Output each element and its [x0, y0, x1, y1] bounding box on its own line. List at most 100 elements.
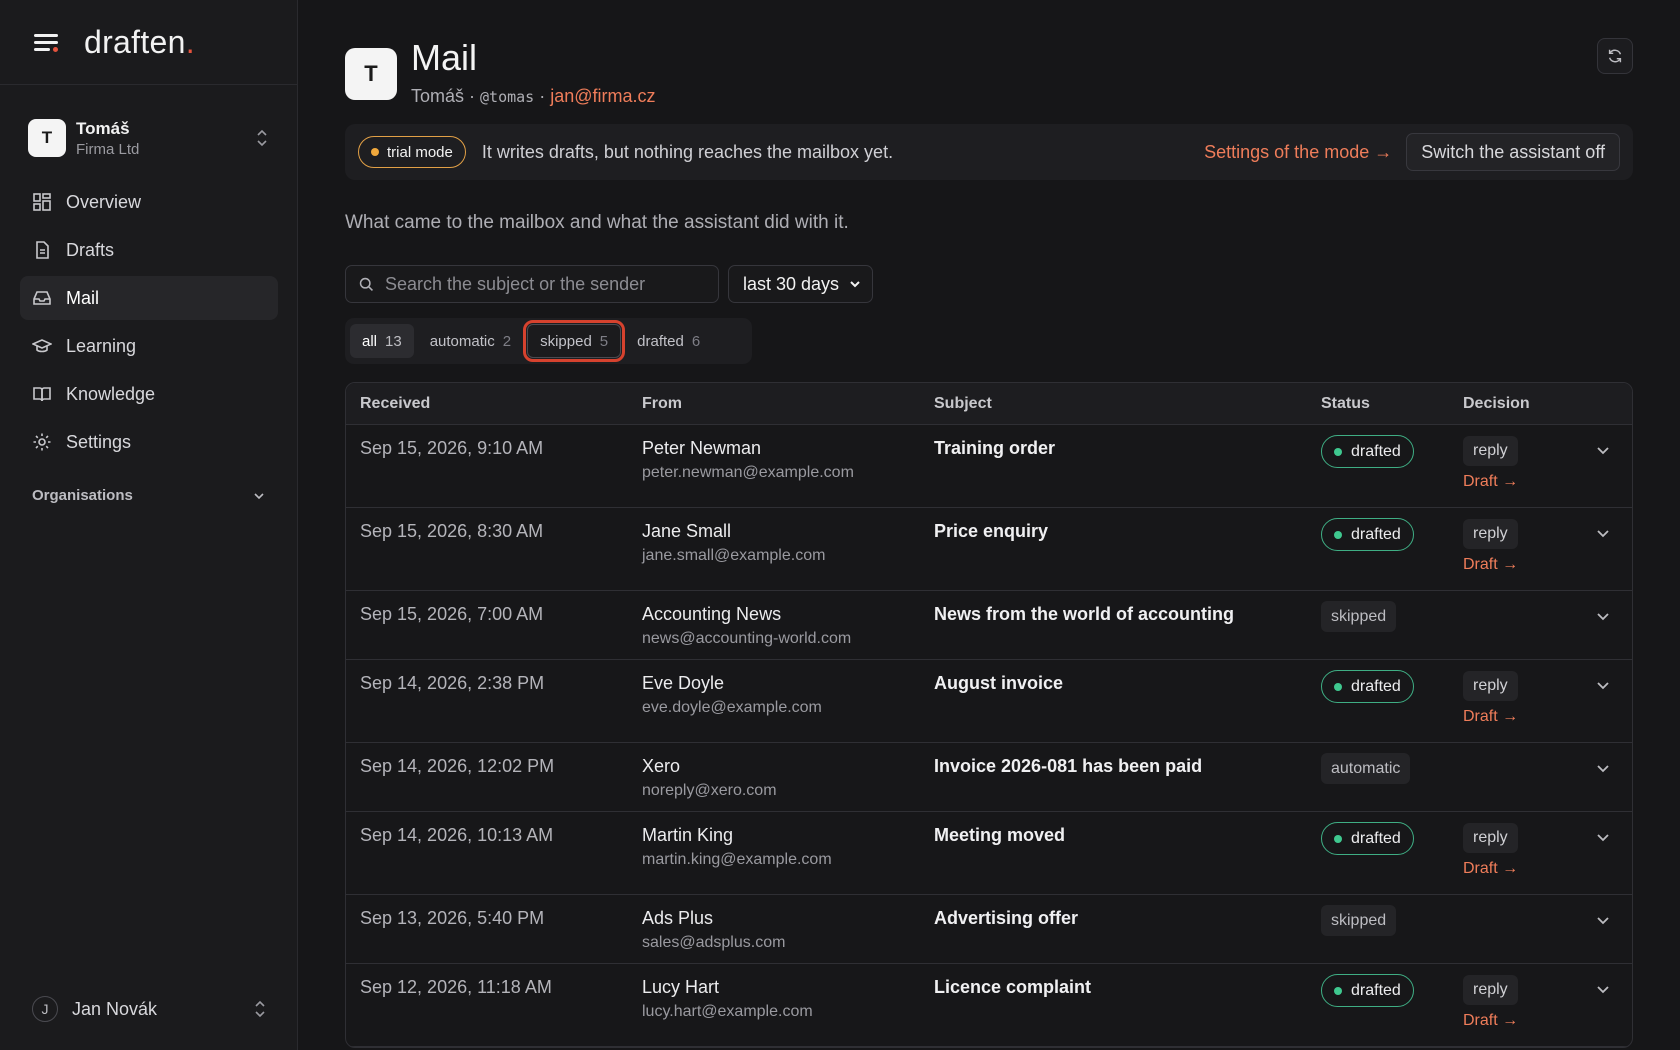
col-subject: Subject	[934, 394, 992, 412]
sender-name: Eve Doyle	[642, 673, 725, 693]
nav-item-settings[interactable]: Settings	[20, 420, 278, 464]
sender-email: jane.small@example.com	[642, 547, 826, 564]
date-range-select[interactable]: last 30 days	[728, 265, 873, 303]
expand-row-button[interactable]	[1594, 828, 1612, 851]
received-time: Sep 14, 2026, 12:02 PM	[360, 756, 555, 776]
expand-row-button[interactable]	[1594, 911, 1612, 934]
table-row[interactable]: Sep 14, 2026, 2:38 PM Eve Doyle eve.doyle@…	[346, 660, 1632, 743]
open-draft-link[interactable]: Draft →	[1463, 708, 1518, 726]
status-badge: skipped	[1321, 905, 1397, 936]
decision-badge: reply	[1463, 519, 1518, 549]
filter-drafted[interactable]: drafted 6	[625, 324, 712, 358]
nav-label: Overview	[66, 191, 142, 212]
filter-automatic[interactable]: automatic 2	[418, 324, 523, 358]
expand-row-button[interactable]	[1594, 759, 1612, 782]
refresh-button[interactable]	[1597, 38, 1633, 74]
document-icon	[36, 241, 49, 259]
account-handle: @tomas	[480, 88, 535, 106]
table-row[interactable]: Sep 13, 2026, 5:40 PM Ads Plus sales@adspl…	[346, 895, 1632, 964]
status-cell: drafted	[1321, 974, 1414, 1007]
table-row[interactable]: Sep 15, 2026, 7:00 AM Accounting News news…	[346, 591, 1632, 660]
org-switcher[interactable]: T Tomáš Firma Ltd	[28, 116, 270, 160]
chevron-down-icon	[1597, 765, 1609, 773]
book-icon	[33, 387, 51, 402]
expand-row-button[interactable]	[1594, 441, 1612, 464]
nav-item-drafts[interactable]: Drafts	[20, 228, 278, 272]
nav-item-mail[interactable]: Mail	[20, 276, 278, 320]
search-icon	[359, 277, 373, 291]
expand-row-button[interactable]	[1594, 676, 1612, 699]
switch-assistant-off-button[interactable]: Switch the assistant off	[1406, 133, 1620, 171]
nav-item-learning[interactable]: Learning	[20, 324, 278, 368]
user-switcher[interactable]: J Jan Novák	[32, 994, 268, 1024]
mail-subject: Invoice 2026-081 has been paid	[934, 756, 1203, 776]
table-row[interactable]: Sep 15, 2026, 9:10 AM Peter Newman peter.n…	[346, 425, 1632, 508]
received-time: Sep 15, 2026, 7:00 AM	[360, 604, 544, 624]
sender-name: Xero	[642, 756, 681, 776]
table-row[interactable]: Sep 14, 2026, 12:02 PM Xero noreply@xero.c…	[346, 743, 1632, 812]
status-cell: skipped	[1321, 601, 1397, 632]
status-badge: drafted	[1321, 974, 1414, 1007]
mode-settings-link[interactable]: Settings of the mode →	[1204, 142, 1392, 163]
refresh-icon	[1608, 49, 1622, 63]
open-draft-link[interactable]: Draft →	[1463, 556, 1518, 574]
filter-all[interactable]: all 13	[350, 324, 414, 358]
trial-mode-banner: trial mode It writes drafts, but nothing…	[345, 124, 1633, 180]
filter-skipped[interactable]: skipped 5	[523, 320, 626, 362]
search-input[interactable]	[385, 273, 705, 295]
decision-badge: reply	[1463, 823, 1518, 853]
decision-cell: reply Draft →	[1463, 436, 1518, 491]
sender-email: peter.newman@example.com	[642, 464, 854, 481]
status-badge: drafted	[1321, 822, 1414, 855]
sender-name: Peter Newman	[642, 438, 762, 458]
sender-name: Accounting News	[642, 604, 782, 624]
sender-cell: Jane Small jane.small@example.com	[642, 521, 825, 565]
sender-email: noreply@xero.com	[642, 782, 777, 799]
nav-label: Learning	[66, 335, 137, 356]
sidebar: draften. T Tomáš Firma Ltd Overview Draf…	[0, 0, 298, 1050]
open-draft-link[interactable]: Draft →	[1463, 473, 1518, 491]
nav-item-overview[interactable]: Overview	[20, 180, 278, 224]
table-row[interactable]: Sep 12, 2026, 11:18 AM Lucy Hart lucy.hart…	[346, 964, 1632, 1047]
table-row[interactable]: Sep 15, 2026, 8:30 AM Jane Small jane.smal…	[346, 508, 1632, 591]
sender-email: sales@adsplus.com	[642, 934, 786, 951]
table-row[interactable]: Sep 14, 2026, 10:13 AM Martin King martin.…	[346, 812, 1632, 895]
expand-row-button[interactable]	[1594, 607, 1612, 630]
organisations-toggle[interactable]: Organisations	[32, 487, 266, 504]
nav-item-knowledge[interactable]: Knowledge	[20, 372, 278, 416]
decision-cell: reply Draft →	[1463, 975, 1518, 1030]
menu-icon[interactable]	[32, 30, 60, 54]
received-time: Sep 13, 2026, 5:40 PM	[360, 908, 545, 928]
page-intro: What came to the mailbox and what the as…	[345, 212, 849, 233]
sender-cell: Martin King martin.king@example.com	[642, 825, 832, 869]
search-box[interactable]	[345, 265, 719, 303]
logo[interactable]: draften.	[84, 24, 195, 61]
col-status: Status	[1321, 394, 1370, 412]
nav-label: Drafts	[66, 239, 115, 260]
account-avatar: T	[345, 48, 397, 100]
status-badge: drafted	[1321, 435, 1414, 468]
chevron-updown-icon	[254, 129, 270, 147]
chevron-down-icon	[1597, 986, 1609, 994]
table-header: Received From Subject Status Decision	[346, 383, 1632, 425]
chevron-down-icon	[850, 281, 860, 288]
mail-subject: August invoice	[934, 673, 1064, 693]
org-avatar: T	[28, 119, 66, 157]
mail-subject: Licence complaint	[934, 977, 1092, 997]
status-cell: drafted	[1321, 518, 1414, 551]
sender-email: lucy.hart@example.com	[642, 1003, 813, 1020]
open-draft-link[interactable]: Draft →	[1463, 1012, 1518, 1030]
expand-row-button[interactable]	[1594, 980, 1612, 1003]
mail-table: Received From Subject Status Decision Se…	[345, 382, 1633, 1048]
inbox-icon	[33, 291, 51, 305]
decision-cell: reply Draft →	[1463, 823, 1518, 878]
status-badge: drafted	[1321, 670, 1414, 703]
main-nav: Overview Drafts Mail Learning Knowledge …	[20, 180, 278, 468]
status-cell: drafted	[1321, 822, 1414, 855]
organisations-label: Organisations	[32, 487, 133, 504]
chevron-down-icon	[1597, 447, 1609, 455]
open-draft-link[interactable]: Draft →	[1463, 860, 1518, 878]
page-title: Mail	[411, 37, 478, 78]
expand-row-button[interactable]	[1594, 524, 1612, 547]
status-cell: drafted	[1321, 670, 1414, 703]
